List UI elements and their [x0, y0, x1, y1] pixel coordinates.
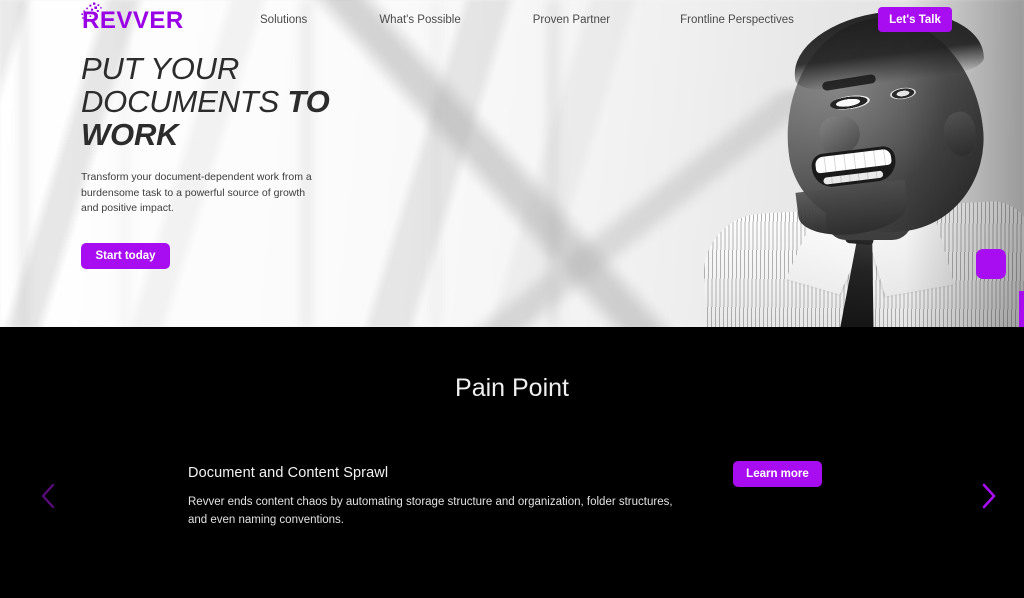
- nav-link-solutions[interactable]: Solutions: [260, 14, 307, 26]
- portrait-teeth-upper: [814, 148, 892, 174]
- nav-link-whats-possible[interactable]: What's Possible: [379, 14, 460, 26]
- main-navigation: REVVER Solutions What's Possible Proven …: [0, 0, 1024, 40]
- hero-headline-to: TO: [287, 84, 330, 119]
- portrait-edge-shadow: [904, 0, 1024, 327]
- revver-logo[interactable]: REVVER: [81, 2, 204, 33]
- hero-headline-line1: PUT YOUR: [81, 51, 240, 86]
- hero-subtitle: Transform your document-dependent work f…: [81, 171, 312, 214]
- hero-copy: PUT YOUR DOCUMENTS TO WORK Transform you…: [81, 52, 381, 269]
- nav-links: Solutions What's Possible Proven Partner…: [260, 14, 794, 26]
- hero-headline-line2: DOCUMENTS: [81, 84, 288, 119]
- carousel-slide-body: Revver ends content chaos by automating …: [188, 496, 673, 526]
- carousel-slide: Document and Content Sprawl Revver ends …: [188, 465, 708, 529]
- pain-point-section: Pain Point Document and Content Sprawl R…: [0, 327, 1024, 598]
- pain-point-carousel: Document and Content Sprawl Revver ends …: [0, 447, 1024, 557]
- learn-more-button[interactable]: Learn more: [733, 461, 822, 487]
- carousel-prev-button[interactable]: [31, 479, 65, 513]
- logo-particles-icon: [81, 2, 102, 19]
- hero-accent-square: [976, 249, 1006, 279]
- start-today-button[interactable]: Start today: [81, 242, 170, 269]
- hero-headline: PUT YOUR DOCUMENTS TO WORK: [81, 52, 381, 151]
- pain-point-title: Pain Point: [455, 374, 569, 402]
- carousel-slide-heading: Document and Content Sprawl: [188, 465, 389, 481]
- nav-link-frontline-perspectives[interactable]: Frontline Perspectives: [680, 14, 794, 26]
- lets-talk-button[interactable]: Let's Talk: [878, 7, 952, 32]
- carousel-next-button[interactable]: [972, 479, 1006, 513]
- chevron-right-icon: [982, 483, 996, 509]
- chevron-left-icon: [41, 483, 55, 509]
- hero-section: REVVER Solutions What's Possible Proven …: [0, 0, 1024, 327]
- hero-accent-edge-strip: [1019, 291, 1024, 327]
- nav-link-proven-partner[interactable]: Proven Partner: [533, 14, 610, 26]
- hero-portrait-photo: [694, 0, 1024, 327]
- hero-headline-work: WORK: [81, 117, 179, 152]
